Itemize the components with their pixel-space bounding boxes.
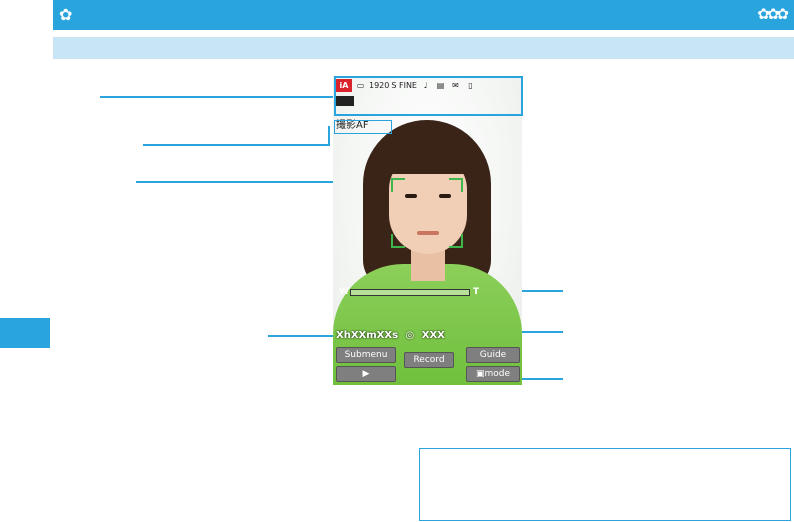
side-tab — [0, 318, 50, 348]
note-box — [419, 448, 791, 521]
leader-line-timer — [268, 335, 336, 337]
header-bar: ✿ ✿✿✿ — [53, 0, 794, 30]
leader-line-status-icons — [100, 96, 334, 98]
record-button[interactable]: Record — [404, 352, 454, 368]
status-icons-highlight — [334, 76, 523, 116]
zoom-tele-label: T — [473, 287, 480, 297]
recording-timer: XhXXmXXs ◎ XXX — [336, 330, 445, 341]
clover-cluster-icon: ✿✿✿ — [757, 5, 789, 23]
play-button[interactable]: ▶ — [336, 366, 396, 382]
submenu-button[interactable]: Submenu — [336, 347, 396, 363]
guide-button[interactable]: Guide — [466, 347, 520, 363]
leader-line-mode — [143, 144, 329, 146]
leader-line-mode-vertical — [328, 126, 330, 146]
subheader-bar — [53, 37, 794, 59]
counter-value: XXX — [421, 330, 445, 341]
zoom-bar — [350, 289, 470, 296]
recording-icon: ◎ — [405, 330, 415, 341]
timer-value: XhXXmXXs — [336, 330, 399, 341]
clover-icon: ✿ — [59, 5, 73, 24]
mode-button-label: mode — [484, 369, 511, 379]
zoom-wide-label: W — [339, 287, 349, 297]
mode-button[interactable]: ▣mode — [466, 366, 520, 382]
face-focus-frame — [391, 178, 463, 248]
mode-label-highlight — [334, 120, 392, 134]
subject-bangs — [383, 134, 473, 174]
